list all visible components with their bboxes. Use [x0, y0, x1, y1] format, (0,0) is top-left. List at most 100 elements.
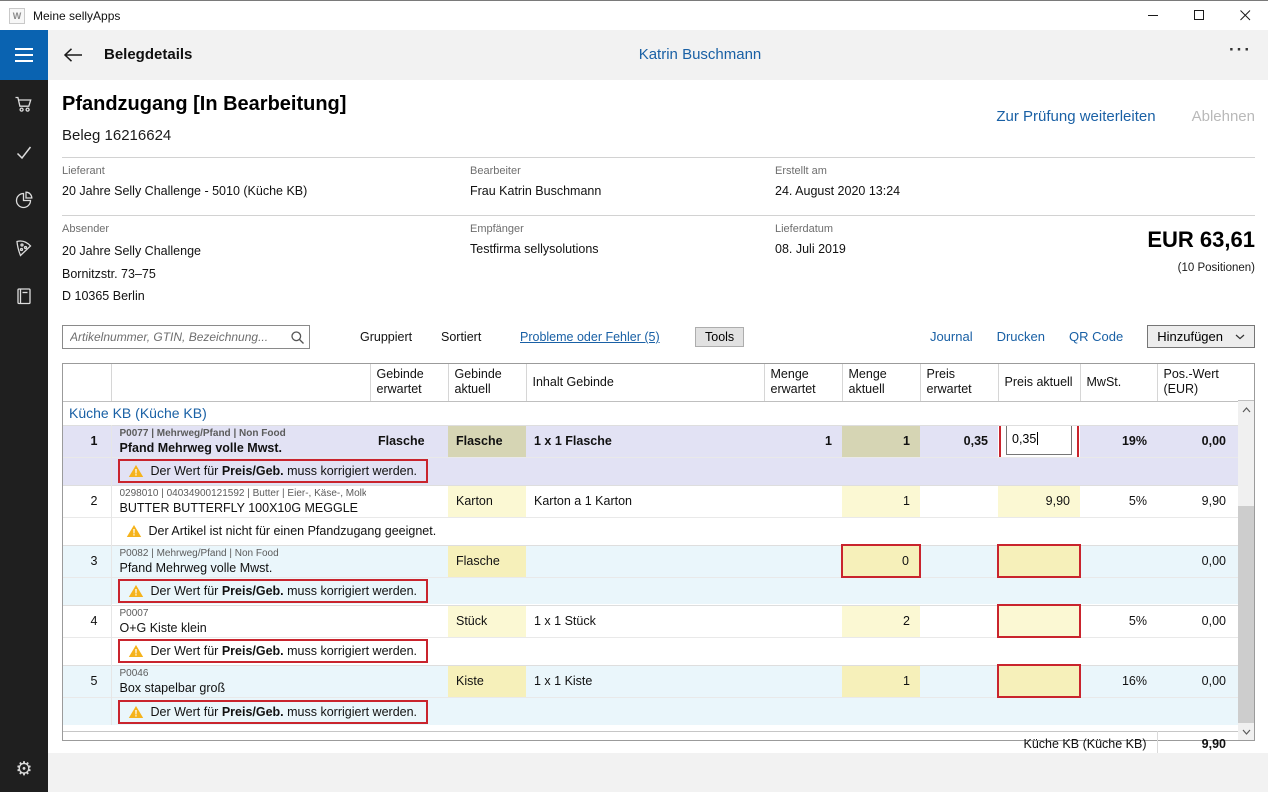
col-preis-aktuell: Preis aktuell [998, 364, 1080, 401]
inhalt-cell [526, 545, 764, 577]
settings-button[interactable]: ⚙ [0, 752, 48, 786]
preis-erwartet-cell [920, 485, 998, 517]
warning-row: ! Der Wert für Preis/Geb. muss korrigier… [63, 637, 1238, 665]
titlebar: W Meine sellyApps [0, 0, 1268, 30]
menge-aktuell-cell[interactable]: 2 [842, 605, 920, 637]
back-button[interactable] [62, 43, 88, 67]
preis-aktuell-cell[interactable] [998, 605, 1080, 637]
preis-aktuell-cell[interactable] [998, 545, 1080, 577]
hinzufuegen-button[interactable]: Hinzufügen [1147, 325, 1255, 348]
gebinde-aktuell-cell[interactable]: Karton [448, 485, 526, 517]
mwst-cell: 19% [1080, 425, 1157, 457]
table-row[interactable]: 2 0298010 | 04034900121592 | Butter | Ei… [63, 485, 1238, 517]
qr-code-link[interactable]: QR Code [1069, 329, 1123, 344]
preis-erwartet-cell [920, 665, 998, 697]
menge-aktuell-cell[interactable]: 1 [842, 665, 920, 697]
article-name: Pfand Mehrweg volle Mwst. [120, 441, 367, 455]
sidebar-item-food[interactable] [0, 224, 48, 272]
gebinde-erwartet-cell: Flasche [370, 425, 448, 457]
field-lieferdatum: Lieferdatum 08. Juli 2019 [775, 223, 846, 256]
menge-erwartet-cell [764, 665, 842, 697]
mwst-cell: 5% [1080, 485, 1157, 517]
sortiert-toggle[interactable]: Sortiert [441, 330, 481, 344]
scroll-up-icon[interactable] [1238, 401, 1254, 418]
hamburger-menu-button[interactable] [0, 30, 48, 80]
table-row[interactable]: 3 P0082 | Mehrweg/Pfand | Non Food Pfand… [63, 545, 1238, 577]
window-title: Meine sellyApps [33, 9, 120, 23]
article-cell[interactable]: P0077 | Mehrweg/Pfand | Non Food Pfand M… [111, 425, 370, 457]
chevron-down-icon [1235, 334, 1245, 340]
article-cell[interactable]: 0298010 | 04034900121592 | Butter | Eier… [111, 485, 370, 517]
article-meta: P0007 [120, 608, 367, 619]
sidebar-item-tasks[interactable] [0, 128, 48, 176]
search-icon[interactable] [285, 330, 309, 345]
preis-aktuell-cell[interactable]: 9,90 [998, 485, 1080, 517]
journal-link[interactable]: Journal [930, 329, 973, 344]
gebinde-erwartet-cell [370, 605, 448, 637]
sidebar-item-cart[interactable] [0, 80, 48, 128]
close-button[interactable] [1222, 1, 1268, 30]
menge-aktuell-cell[interactable]: 1 [842, 425, 920, 457]
gebinde-aktuell-cell[interactable]: Flasche [448, 545, 526, 577]
warning-icon: ! [128, 644, 144, 658]
warning-row: ! Der Wert für Preis/Geb. muss korrigier… [63, 457, 1238, 485]
scrollbar-header-cap [1238, 364, 1254, 401]
sidebar-item-catalog[interactable] [0, 272, 48, 320]
tools-button[interactable]: Tools [695, 327, 744, 347]
article-meta: P0082 | Mehrweg/Pfand | Non Food [120, 548, 367, 559]
menge-erwartet-cell: 1 [764, 425, 842, 457]
warning-icon: ! [128, 464, 144, 478]
gear-icon: ⚙ [15, 758, 32, 780]
text-caret [1037, 432, 1038, 445]
current-user[interactable]: Katrin Buschmann [639, 46, 762, 63]
table-row[interactable]: 5 P0046 Box stapelbar groß Kiste 1 x 1 K… [63, 665, 1238, 697]
price-input[interactable]: 0,35 [1006, 425, 1072, 455]
inhalt-cell: 1 x 1 Kiste [526, 665, 764, 697]
vertical-scrollbar[interactable] [1238, 401, 1254, 740]
more-button[interactable]: ··· [1229, 40, 1252, 60]
document-total: EUR 63,61 (10 Positionen) [1147, 227, 1255, 274]
position-count: (10 Positionen) [1147, 262, 1255, 274]
article-name: BUTTER BUTTERFLY 100X10G MEGGLE [120, 501, 367, 515]
minimize-button[interactable] [1130, 1, 1176, 30]
sidebar-item-reports[interactable] [0, 176, 48, 224]
app-window: W Meine sellyApps Belegdetails Katrin Bu… [0, 0, 1268, 792]
drucken-link[interactable]: Drucken [997, 329, 1045, 344]
gebinde-aktuell-cell[interactable]: Stück [448, 605, 526, 637]
forward-for-review-link[interactable]: Zur Prüfung weiterleiten [996, 108, 1155, 125]
group-header: Küche KB (Küche KB) [63, 401, 1238, 425]
book-icon [15, 287, 33, 306]
field-bearbeiter: Bearbeiter Frau Katrin Buschmann [470, 165, 601, 198]
gebinde-aktuell-cell[interactable]: Kiste [448, 665, 526, 697]
maximize-button[interactable] [1176, 1, 1222, 30]
gebinde-aktuell-cell[interactable]: Flasche [448, 425, 526, 457]
article-meta: 0298010 | 04034900121592 | Butter | Eier… [120, 488, 367, 499]
gruppiert-toggle[interactable]: Gruppiert [360, 330, 412, 344]
page-header-title: Belegdetails [104, 46, 192, 63]
table-row[interactable]: 1 P0077 | Mehrweg/Pfand | Non Food Pfand… [63, 425, 1238, 457]
col-inhalt-gebinde: Inhalt Gebinde [526, 364, 764, 401]
document-title: Pfandzugang [In Bearbeitung] [62, 93, 346, 116]
scroll-down-icon[interactable] [1238, 723, 1254, 740]
reject-link[interactable]: Ablehnen [1192, 108, 1255, 125]
pie-chart-icon [14, 190, 34, 210]
preis-aktuell-cell[interactable] [998, 665, 1080, 697]
row-number: 4 [63, 605, 111, 637]
menge-aktuell-cell[interactable]: 0 [842, 545, 920, 577]
problems-errors-link[interactable]: Probleme oder Fehler (5) [520, 330, 660, 344]
inhalt-cell: 1 x 1 Stück [526, 605, 764, 637]
warning-icon: ! [126, 524, 142, 538]
article-cell[interactable]: P0082 | Mehrweg/Pfand | Non Food Pfand M… [111, 545, 370, 577]
table-row[interactable]: 4 P0007 O+G Kiste klein Stück 1 x 1 Stüc… [63, 605, 1238, 637]
divider [62, 215, 1255, 216]
warning-icon: ! [128, 584, 144, 598]
article-cell[interactable]: P0046 Box stapelbar groß [111, 665, 370, 697]
scrollbar-thumb[interactable] [1238, 506, 1254, 723]
menge-aktuell-cell[interactable]: 1 [842, 485, 920, 517]
search-input[interactable] [63, 330, 285, 344]
article-cell[interactable]: P0007 O+G Kiste klein [111, 605, 370, 637]
search-box[interactable] [62, 325, 310, 349]
preis-aktuell-cell[interactable]: 0,35 [998, 425, 1080, 457]
field-empfaenger: Empfänger Testfirma sellysolutions [470, 223, 599, 256]
pos-wert-cell: 0,00 [1157, 605, 1238, 637]
